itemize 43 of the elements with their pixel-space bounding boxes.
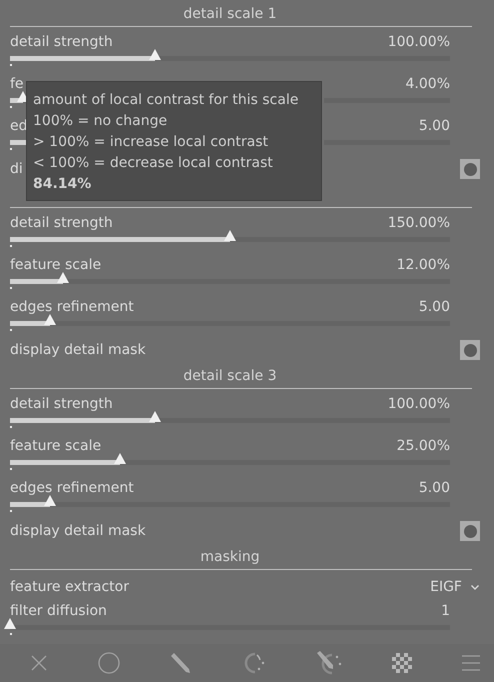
toggle-label: display detail mask [10, 342, 146, 358]
slider-label: feature scale [10, 256, 102, 272]
chevron-icon[interactable] [470, 584, 480, 590]
tooltip-text: > 100% = increase local contrast [33, 133, 268, 152]
checker-icon[interactable] [392, 653, 412, 673]
slider-label: detail strength [10, 214, 113, 230]
slider-label: fe [10, 76, 24, 92]
tooltip-text: amount of local contrast for this scale [33, 91, 298, 110]
slider-value: 5.00 [418, 118, 450, 134]
mask-toggle[interactable] [460, 521, 480, 541]
circle-icon[interactable] [98, 652, 120, 674]
slider-value: 12.00% [396, 256, 450, 272]
slider-label: edges refinement [10, 480, 134, 496]
slider-value: 100.00% [388, 34, 450, 50]
pencil-icon[interactable] [169, 652, 192, 674]
toggle-label: display detail mask [10, 523, 146, 539]
slider-value: 25.00% [396, 438, 450, 454]
tooltip-value: 84.14% [33, 175, 92, 194]
pencil-circle-icon[interactable] [314, 651, 343, 675]
section-heading: masking [200, 549, 260, 565]
tooltip-text: 100% = no change [33, 112, 168, 131]
slider-label: ed [10, 118, 28, 134]
slider-label: edges refinement [10, 298, 134, 314]
mask-toggle[interactable] [460, 159, 480, 179]
dropdown-label: feature extractor [10, 579, 129, 595]
close-icon[interactable] [30, 654, 48, 672]
slider-value: 1 [441, 602, 450, 618]
toggle-label: di [10, 161, 23, 177]
slider-value: 100.00% [388, 396, 450, 412]
slider-label: filter diffusion [10, 602, 107, 618]
slider-value: 5.00 [418, 298, 450, 314]
section-heading: detail scale 1 [183, 6, 277, 22]
slider-value: 5.00 [418, 480, 450, 496]
slider-value: 150.00% [388, 214, 450, 230]
dropdown-value[interactable]: EIGF [430, 579, 462, 595]
slider-label: feature scale [10, 438, 102, 454]
mask-toggle[interactable] [460, 340, 480, 360]
menu-icon[interactable] [462, 654, 480, 672]
slider-label: detail strength [10, 34, 113, 50]
slider-value: 4.00% [406, 76, 450, 92]
tooltip-text: < 100% = decrease local contrast [33, 154, 273, 173]
slider-label: detail strength [10, 396, 113, 412]
section-heading: detail scale 3 [183, 368, 277, 384]
